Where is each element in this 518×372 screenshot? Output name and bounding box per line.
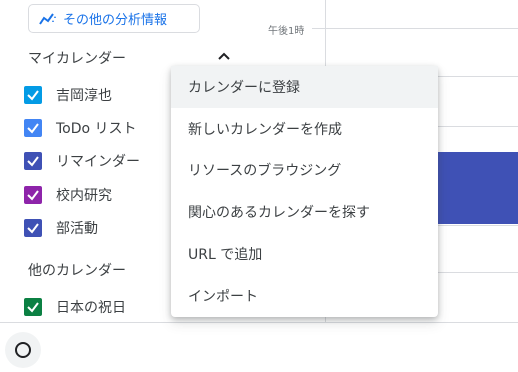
calendar-item-school-research[interactable]: 校内研究 bbox=[24, 183, 112, 207]
checkbox-checked-icon[interactable] bbox=[24, 186, 42, 204]
more-insights-label: その他の分析情報 bbox=[63, 13, 168, 28]
calendar-label: リマインダー bbox=[56, 154, 140, 170]
menu-item-browse-interesting[interactable]: 関心のあるカレンダーを探す bbox=[171, 191, 438, 233]
calendar-item-club[interactable]: 部活動 bbox=[24, 216, 98, 240]
checkbox-checked-icon[interactable] bbox=[24, 119, 42, 137]
bottom-bar bbox=[0, 322, 518, 372]
menu-item-browse-resources[interactable]: リソースのブラウジング bbox=[171, 150, 438, 192]
calendar-label: ToDo リスト bbox=[56, 121, 137, 137]
calendar-label: 日本の祝日 bbox=[56, 300, 126, 316]
circle-icon bbox=[15, 342, 31, 358]
calendar-label: 部活動 bbox=[56, 221, 98, 237]
add-calendar-menu: カレンダーに登録 新しいカレンダーを作成 リソースのブラウジング 関心のあるカレ… bbox=[171, 66, 438, 317]
checkbox-checked-icon[interactable] bbox=[24, 219, 42, 237]
more-insights-button[interactable]: その他の分析情報 bbox=[28, 4, 200, 33]
calendar-label: 校内研究 bbox=[56, 188, 112, 204]
calendar-item-japan-holidays[interactable]: 日本の祝日 bbox=[24, 295, 126, 319]
menu-item-subscribe[interactable]: カレンダーに登録 bbox=[171, 66, 438, 108]
menu-item-from-url[interactable]: URL で追加 bbox=[171, 233, 438, 275]
other-calendars-title[interactable]: 他のカレンダー bbox=[28, 260, 126, 280]
menu-item-import[interactable]: インポート bbox=[171, 275, 438, 317]
checkbox-checked-icon[interactable] bbox=[24, 86, 42, 104]
my-calendars-title[interactable]: マイカレンダー bbox=[28, 48, 126, 68]
event-block[interactable] bbox=[438, 152, 518, 224]
calendar-label: 吉岡淳也 bbox=[56, 88, 112, 104]
time-label: 午後1時 bbox=[268, 26, 305, 37]
hour-gridline bbox=[312, 28, 518, 29]
menu-item-create-calendar[interactable]: 新しいカレンダーを作成 bbox=[171, 108, 438, 150]
chevron-up-icon[interactable] bbox=[216, 48, 232, 64]
checkbox-checked-icon[interactable] bbox=[24, 152, 42, 170]
calendar-item-yoshioka[interactable]: 吉岡淳也 bbox=[24, 83, 112, 107]
insights-icon bbox=[39, 12, 56, 25]
calendar-item-todo[interactable]: ToDo リスト bbox=[24, 116, 137, 140]
calendar-item-reminders[interactable]: リマインダー bbox=[24, 149, 140, 173]
home-circle-button[interactable] bbox=[5, 332, 41, 368]
checkbox-checked-icon[interactable] bbox=[24, 298, 42, 316]
